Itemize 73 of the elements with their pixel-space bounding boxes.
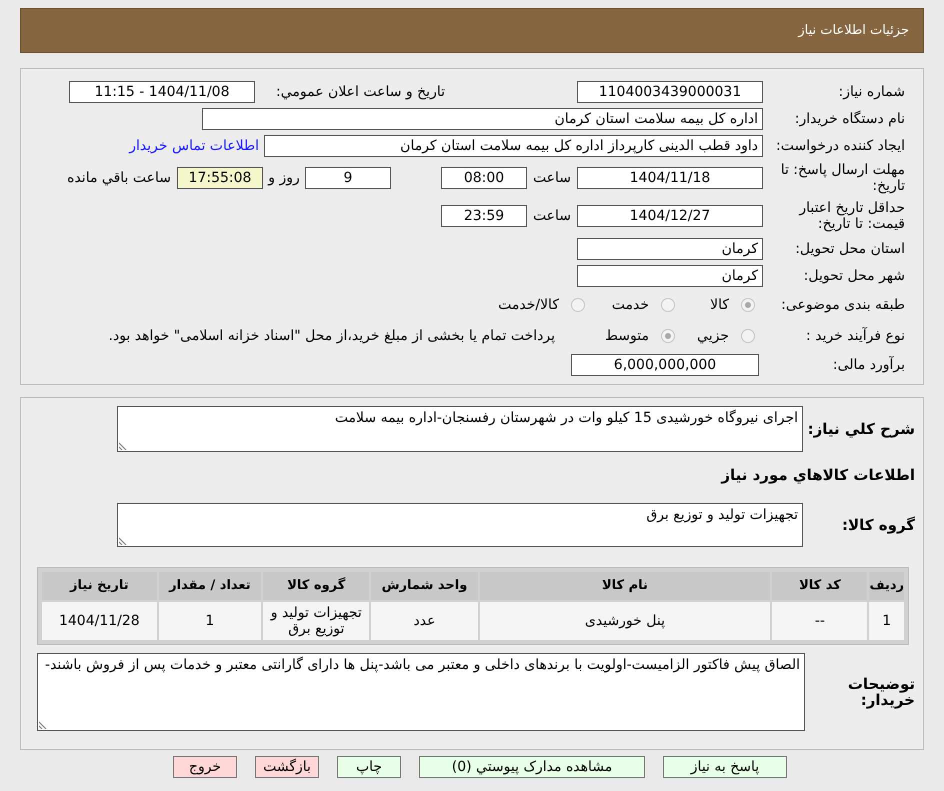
field-label: نوع فرآیند خرید : xyxy=(805,328,905,344)
section-heading: اطلاعات کالاهاي مورد نياز xyxy=(720,465,915,486)
action-button[interactable]: چاپ xyxy=(337,756,401,778)
column-header: تعداد / مقدار xyxy=(158,572,262,600)
text-field[interactable]: کرمان xyxy=(577,238,763,260)
radio-label: متوسط xyxy=(605,326,649,346)
text-field[interactable]: 9 xyxy=(305,167,391,189)
field-label: گروه کالا: xyxy=(841,516,915,532)
column-header: گروه کالا xyxy=(263,572,370,600)
action-button[interactable]: بازگشت xyxy=(255,756,319,778)
field-label: برآورد مالی: xyxy=(832,357,905,373)
field-label: ساعت باقي مانده xyxy=(67,168,171,188)
field-label: استان محل تحویل: xyxy=(794,241,905,257)
table-cell: پنل خورشیدی xyxy=(480,602,770,640)
field-label: تاریخ و ساعت اعلان عمومي: xyxy=(275,84,445,100)
text-field[interactable]: داود قطب الدینی کارپرداز اداره کل بیمه سلامت استان کرمان xyxy=(264,135,763,157)
resize-grip-icon xyxy=(119,442,127,450)
text-area[interactable]: اجرای نیروگاه خورشیدی 15 کیلو وات در شهرستان رفسنجان-اداره بیمه سلامت xyxy=(117,406,803,452)
radio-button[interactable] xyxy=(741,298,755,312)
text-field[interactable]: 1404/11/08 - 11:15 xyxy=(69,81,255,103)
radio-label: خدمت xyxy=(612,296,649,314)
field-label: شرح کلي نیاز: xyxy=(806,421,915,437)
text-field[interactable]: 1404/12/27 xyxy=(577,205,763,227)
text-area[interactable]: تجهیزات تولید و توزیع برق xyxy=(117,502,803,546)
contact-link[interactable]: اطلاعات تماس خریدار xyxy=(129,136,259,156)
text-field[interactable]: 08:00 xyxy=(441,167,527,189)
radio-button[interactable] xyxy=(741,329,755,343)
resize-grip-icon xyxy=(119,536,127,544)
table-cell: 1 xyxy=(869,602,904,640)
column-header: نام کالا xyxy=(480,572,770,600)
field-label: شهر محل تحویل: xyxy=(802,268,905,284)
text-area[interactable]: الصاق پیش فاکتور الزامیست-اولویت با برندهای داخلی و معتبر می باشد-پنل ها دارای گارانتی معتبر و خدمات پس از فروش باشند- xyxy=(37,652,805,730)
text-field[interactable]: 6,000,000,000 xyxy=(571,354,759,376)
field-label: حداقل تاریخ اعتبار قیمت: تا تاریخ: xyxy=(798,200,905,232)
text-area-value: تجهیزات تولید و توزیع برق xyxy=(645,506,798,524)
table-cell: تجهیزات تولید و توزیع برق xyxy=(263,602,370,640)
action-button[interactable]: خروج xyxy=(173,756,237,778)
note-text: پرداخت تمام یا بخشی از مبلغ خرید،از محل "اسناد خزانه اسلامی" خواهد بود. xyxy=(108,326,555,346)
column-header: ردیف xyxy=(869,572,904,600)
field-label: شماره نیاز: xyxy=(838,84,905,100)
text-area-value: الصاق پیش فاکتور الزامیست-اولویت با برندهای داخلی و معتبر می باشد-پنل ها دارای گارانتی معتبر و خدمات پس از فروش باشند- xyxy=(44,656,800,674)
action-button[interactable]: مشاهده مدارک پیوستي (0) xyxy=(419,756,645,778)
field-label: ساعت xyxy=(532,168,572,188)
table-cell: عدد xyxy=(371,602,478,640)
table-cell: 1404/11/28 xyxy=(42,602,157,640)
table-cell: -- xyxy=(772,602,868,640)
radio-button[interactable] xyxy=(661,298,675,312)
resize-grip-icon xyxy=(39,720,47,728)
radio-button[interactable] xyxy=(571,298,585,312)
action-button[interactable]: پاسخ به نیاز xyxy=(663,756,787,778)
radio-label: کالا xyxy=(710,296,729,314)
column-header: واحد شمارش xyxy=(371,572,478,600)
radio-label: کالا/خدمت xyxy=(498,296,559,314)
text-field[interactable]: 23:59 xyxy=(441,205,527,227)
table-cell: 1 xyxy=(158,602,262,640)
field-label: روز و xyxy=(266,168,301,188)
text-field[interactable]: 1104003439000031 xyxy=(577,81,763,103)
column-header: کد کالا xyxy=(772,572,868,600)
text-field[interactable]: اداره کل بیمه سلامت استان کرمان xyxy=(202,108,763,130)
text-field[interactable]: 1404/11/18 xyxy=(577,167,763,189)
field-label: ساعت xyxy=(532,206,572,226)
field-label: مهلت ارسال پاسخ: تا تاریخ: xyxy=(780,162,905,194)
header-title: جزئیات اطلاعات نیاز xyxy=(798,22,909,40)
radio-label: جزيي xyxy=(697,326,729,346)
radio-button[interactable] xyxy=(661,329,675,343)
field-label: طبقه بندی موضوعی: xyxy=(780,297,905,313)
column-header: تاریخ نیاز xyxy=(42,572,157,600)
text-field[interactable]: کرمان xyxy=(577,265,763,287)
field-label: ایجاد کننده درخواست: xyxy=(775,138,905,154)
field-label: توضیحات خریدار: xyxy=(846,676,915,708)
field-label: نام دستگاه خریدار: xyxy=(794,111,905,127)
text-area-value: اجرای نیروگاه خورشیدی 15 کیلو وات در شهرستان رفسنجان-اداره بیمه سلامت xyxy=(334,409,798,427)
text-field[interactable]: 17:55:08 xyxy=(177,167,263,189)
